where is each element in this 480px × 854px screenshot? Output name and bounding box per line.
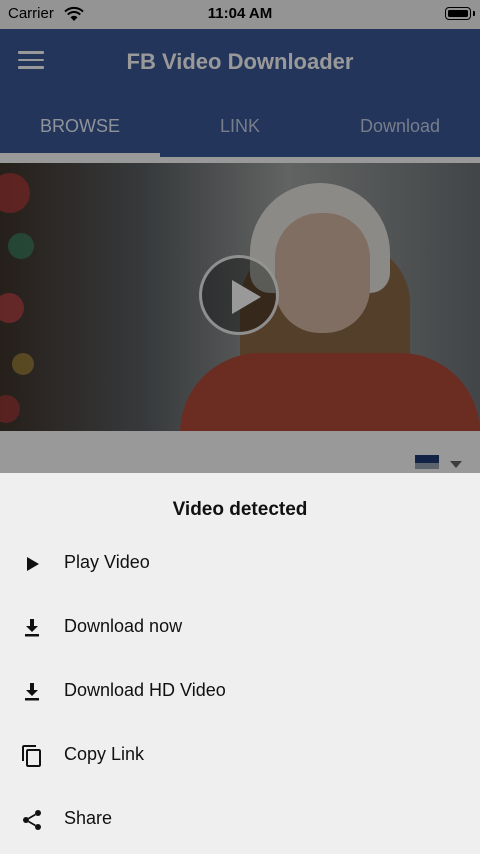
sheet-title: Video detected <box>172 499 308 520</box>
play-icon <box>27 557 39 571</box>
download-now-item[interactable]: Download now <box>0 600 480 656</box>
share-label: Share <box>64 808 113 828</box>
copy-icon <box>22 745 41 767</box>
download-icon <box>25 619 39 637</box>
download-hd-item[interactable]: Download HD Video <box>0 664 480 720</box>
share-item[interactable]: Share <box>0 792 480 848</box>
copy-link-label: Copy Link <box>64 744 145 764</box>
download-icon <box>25 683 39 701</box>
action-sheet: Video detected Play Video Download now D… <box>0 473 480 854</box>
share-icon <box>23 810 41 830</box>
play-video-label: Play Video <box>64 552 150 572</box>
dim-overlay[interactable] <box>0 0 480 473</box>
play-video-item[interactable]: Play Video <box>0 536 480 592</box>
download-now-label: Download now <box>64 616 183 636</box>
download-hd-label: Download HD Video <box>64 680 226 700</box>
copy-link-item[interactable]: Copy Link <box>0 728 480 784</box>
